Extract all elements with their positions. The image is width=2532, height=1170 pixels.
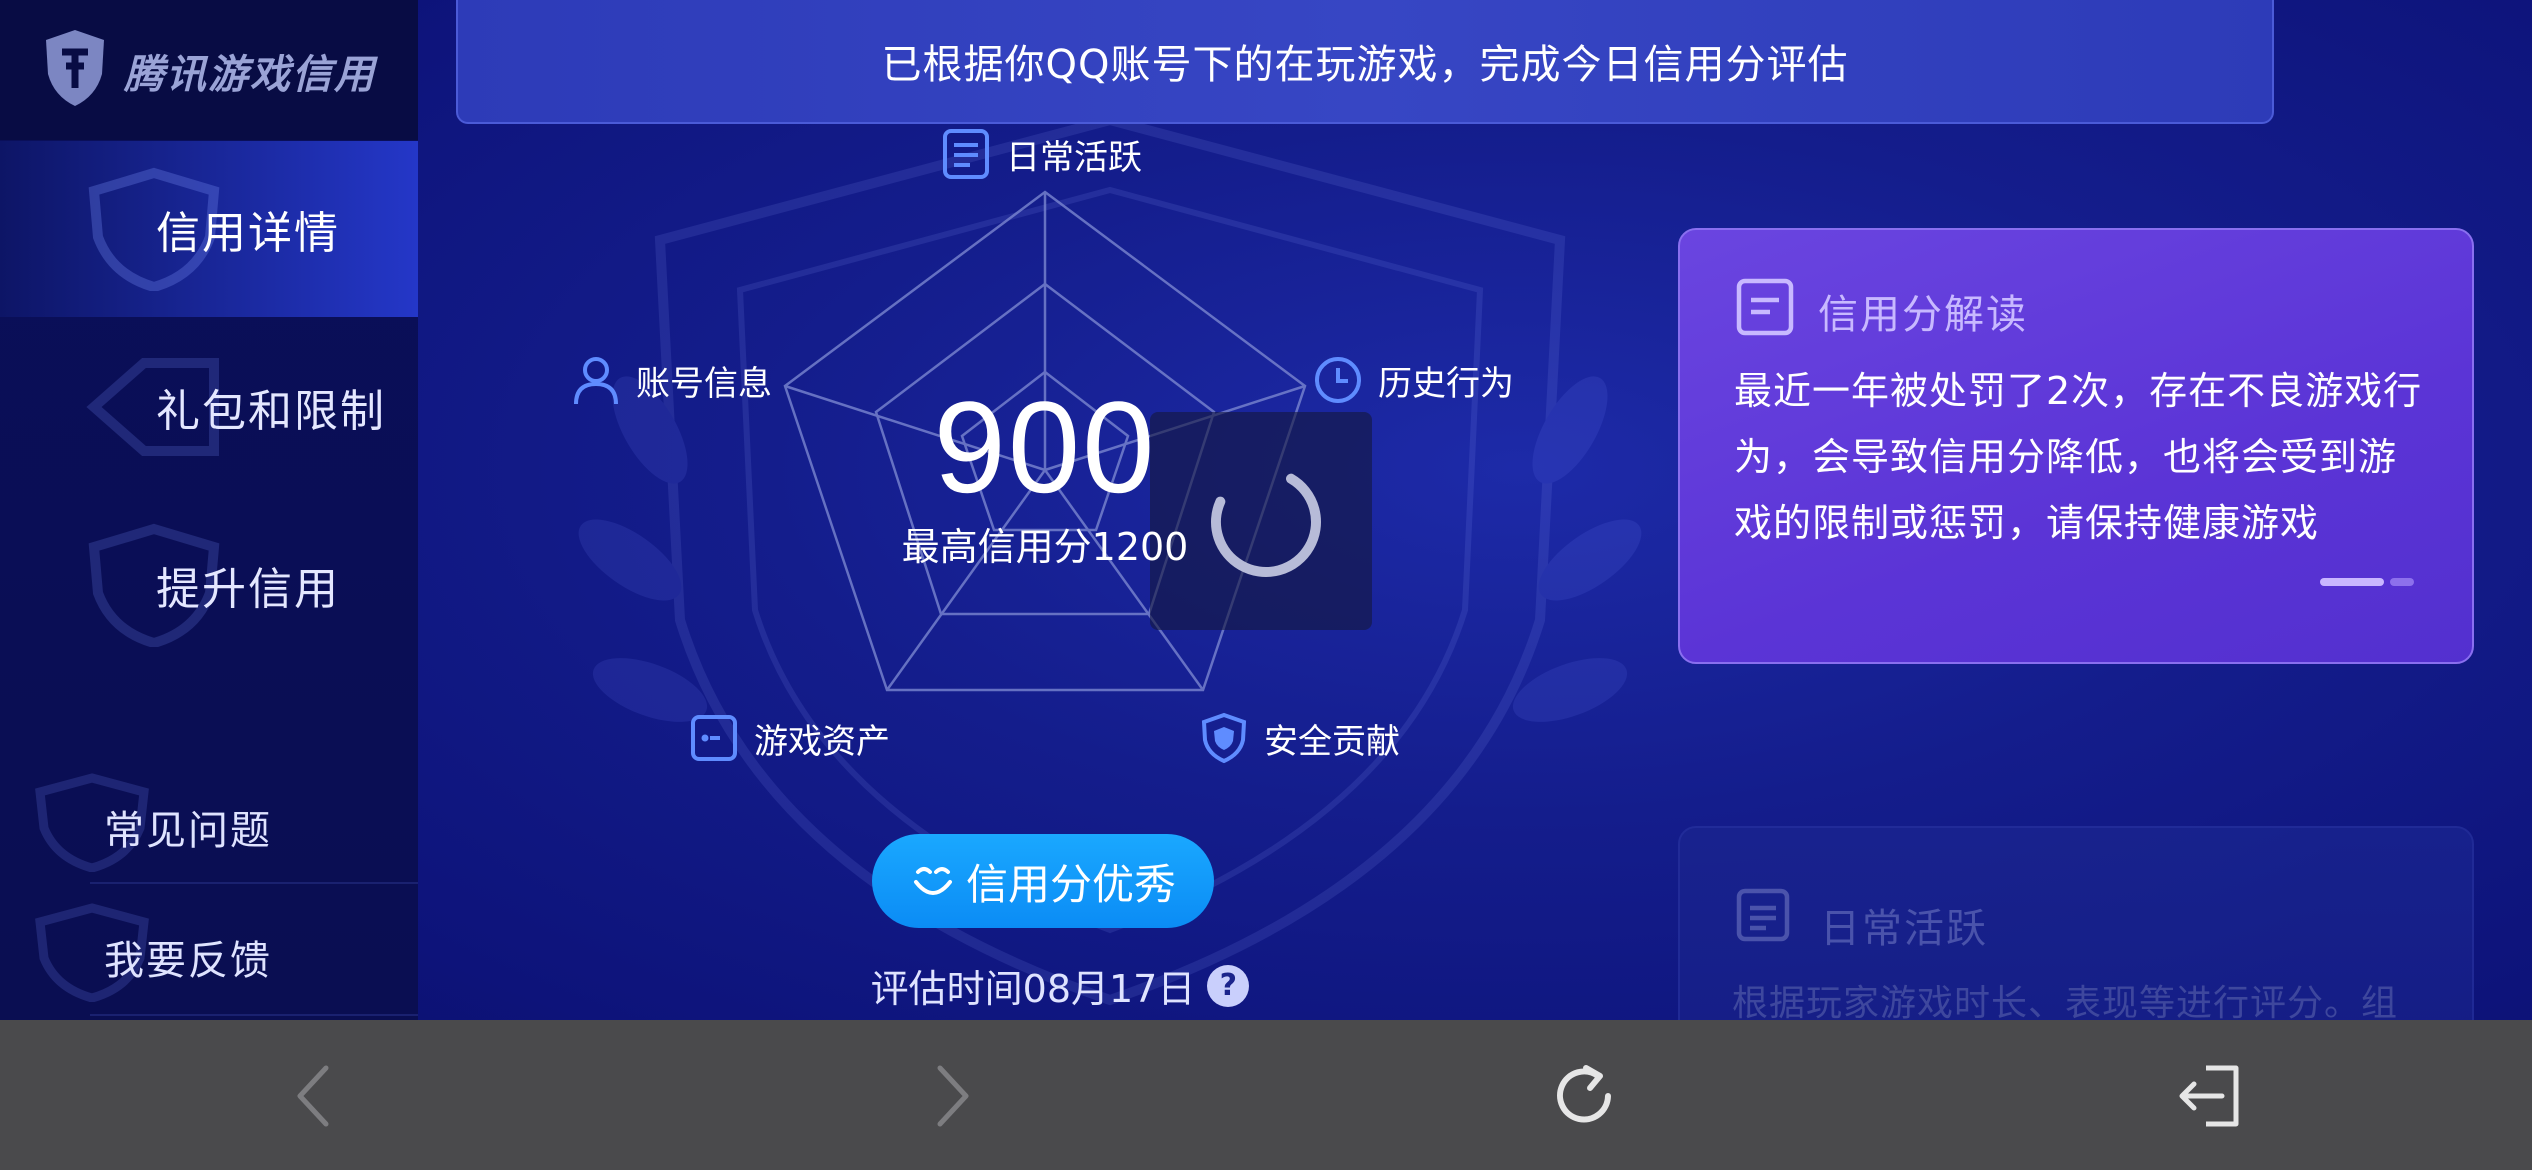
button-label: 信用分优秀	[965, 859, 1176, 909]
shield-icon	[1201, 712, 1247, 764]
user-icon	[574, 357, 618, 405]
sidebar-item-gift-limit[interactable]: 礼包和限制	[0, 319, 418, 495]
card-body: 根据玩家游戏时长、表现等进行评分。组	[1732, 983, 2399, 1024]
radar-axis-account[interactable]: 账号信息	[570, 354, 772, 406]
document-icon	[1736, 278, 1794, 336]
logo-bar: 腾讯游戏信用	[0, 0, 418, 140]
smile-icon	[913, 867, 952, 895]
card-pager	[2320, 578, 2414, 586]
logo-shield-icon	[46, 30, 104, 106]
evaluation-banner: 已根据你QQ账号下的在玩游戏，完成今日信用分评估	[456, 0, 2274, 124]
wallet-icon	[691, 715, 737, 761]
sidebar-item-faq[interactable]: 常见问题	[0, 754, 418, 884]
refresh-icon[interactable]	[1546, 1058, 1622, 1134]
pager-dot	[2390, 578, 2414, 586]
document-icon	[1736, 888, 1790, 942]
credit-excellent-button[interactable]: 信用分优秀	[872, 834, 1214, 928]
card-body: 最近一年被处罚了2次，存在不良游戏行为，会导致信用分降低，也将会受到游戏的限制或…	[1734, 369, 2423, 545]
sidebar-item-improve[interactable]: 提升信用	[0, 497, 418, 673]
card-title: 信用分解读	[1818, 292, 2028, 338]
axis-label-text: 日常活跃	[1006, 137, 1142, 178]
sidebar-item-label: 提升信用	[156, 564, 340, 615]
forward-icon[interactable]	[910, 1058, 986, 1134]
pager-dot-active	[2320, 578, 2384, 586]
sidebar: 腾讯游戏信用 信用详情 礼包和限制 提升信用 常见问题 我要反馈	[0, 0, 418, 1020]
axis-label-text: 游戏资产	[754, 721, 890, 762]
credit-page: 腾讯游戏信用 信用详情 礼包和限制 提升信用 常见问题 我要反馈 已根据你QQ账…	[0, 0, 2532, 1170]
axis-label-text: 历史行为	[1378, 363, 1514, 404]
clock-icon	[1315, 357, 1361, 403]
loading-spinner-icon	[1211, 467, 1321, 577]
sidebar-item-label: 礼包和限制	[156, 386, 386, 437]
evaluation-time: 评估时间08月17日 ?	[850, 958, 1270, 1013]
axis-label-text: 安全贡献	[1264, 721, 1400, 762]
radar-axis-assets[interactable]: 游戏资产	[688, 712, 890, 764]
axis-label-text: 账号信息	[636, 363, 772, 404]
sidebar-item-credit-detail[interactable]: 信用详情	[0, 141, 418, 317]
bottom-navigation-bar	[0, 1020, 2532, 1170]
divider	[90, 1014, 418, 1016]
sidebar-item-label: 我要反馈	[104, 938, 272, 984]
max-score-text: 最高信用分1200	[901, 525, 1189, 569]
document-icon	[943, 129, 989, 179]
banner-text: 已根据你QQ账号下的在玩游戏，完成今日信用分评估	[881, 42, 1849, 88]
sidebar-item-feedback[interactable]: 我要反馈	[0, 884, 418, 1014]
credit-interpretation-card[interactable]: 信用分解读 最近一年被处罚了2次，存在不良游戏行为，会导致信用分降低，也将会受到…	[1678, 228, 2474, 664]
radar-axis-history[interactable]: 历史行为	[1312, 354, 1514, 406]
help-icon[interactable]: ?	[1207, 964, 1250, 1007]
radar-axis-security[interactable]: 安全贡献	[1198, 712, 1400, 764]
sidebar-item-label: 信用详情	[156, 208, 340, 259]
sidebar-item-label: 常见问题	[104, 808, 272, 854]
credit-score: 900	[933, 374, 1157, 520]
exit-icon[interactable]	[2172, 1058, 2248, 1134]
logo-text: 腾讯游戏信用	[124, 52, 376, 98]
radar-axis-daily-active[interactable]: 日常活跃	[940, 128, 1142, 180]
card-title: 日常活跃	[1820, 906, 1988, 952]
back-icon[interactable]	[280, 1058, 356, 1134]
evaluation-time-text: 评估时间08月17日	[870, 967, 1196, 1011]
